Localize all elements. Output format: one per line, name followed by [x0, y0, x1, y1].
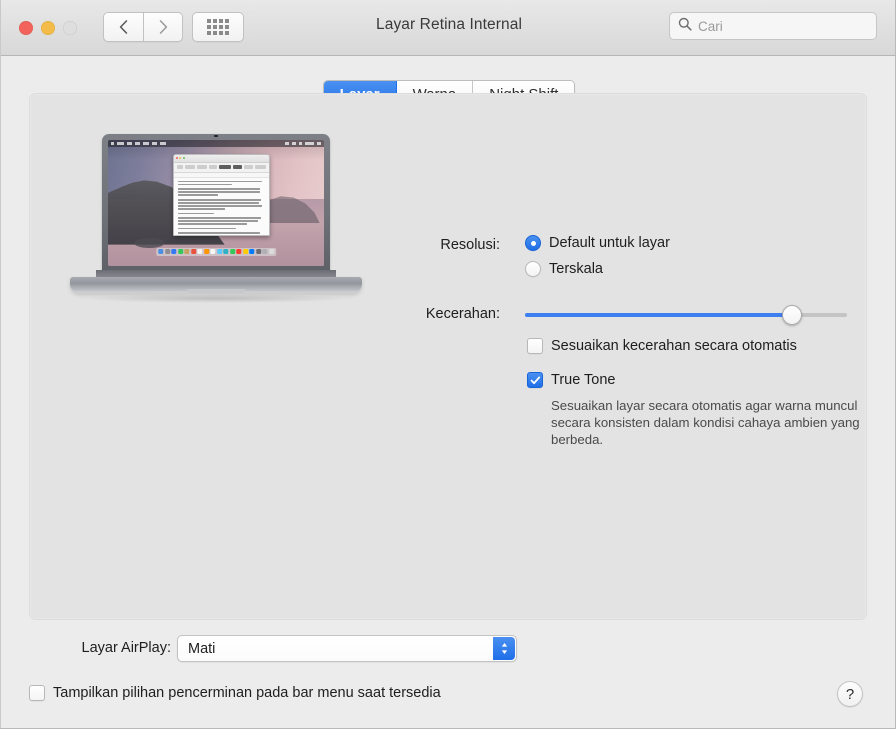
chevron-up-down-icon [493, 637, 515, 660]
system-preferences-window: Layar Retina Internal Layar Warna Night … [0, 0, 896, 729]
mirroring-checkbox-row[interactable]: Tampilkan pilihan pencerminan pada bar m… [29, 684, 441, 701]
resolution-option-scaled[interactable]: Terskala [525, 261, 603, 277]
preview-dock [156, 247, 276, 256]
brightness-slider-fill [525, 313, 787, 317]
resolution-option-scaled-label: Terskala [549, 261, 603, 277]
macbook-screen [108, 140, 324, 266]
resolution-option-default[interactable]: Default untuk layar [525, 235, 670, 251]
brightness-label: Kecerahan: [425, 306, 500, 322]
true-tone-checkbox[interactable] [527, 372, 543, 388]
mirroring-checkbox[interactable] [29, 685, 45, 701]
macbook-shadow [78, 294, 354, 303]
preview-window-toolbar [173, 162, 269, 173]
preview-menu-bar [108, 140, 324, 147]
radio-default-icon[interactable] [525, 235, 541, 251]
display-settings-panel: Resolusi: Default untuk layar Terskala K… [29, 93, 867, 620]
search-input[interactable] [698, 18, 858, 34]
airplay-display-label: Layar AirPlay: [81, 640, 171, 656]
macbook-camera [214, 135, 218, 137]
airplay-display-dropdown[interactable]: Mati [177, 635, 517, 662]
true-tone-description: Sesuaikan layar secara otomatis agar war… [551, 398, 860, 447]
preview-window-titlebar [173, 154, 269, 163]
auto-brightness-label: Sesuaikan kecerahan secara otomatis [551, 338, 797, 354]
auto-brightness-checkbox-row[interactable]: Sesuaikan kecerahan secara otomatis [527, 337, 797, 355]
resolution-label: Resolusi: [440, 237, 500, 253]
checkmark-icon [530, 376, 540, 384]
brightness-slider-knob[interactable] [782, 305, 803, 325]
mirroring-label: Tampilkan pilihan pencerminan pada bar m… [53, 684, 441, 701]
true-tone-checkbox-row[interactable]: True Tone [527, 371, 616, 389]
help-button[interactable]: ? [837, 681, 863, 707]
search-icon [678, 17, 692, 36]
window-titlebar: Layar Retina Internal [1, 0, 895, 56]
true-tone-label: True Tone [551, 372, 616, 388]
macbook-preview-image [70, 134, 362, 314]
auto-brightness-checkbox[interactable] [527, 338, 543, 354]
brightness-slider[interactable] [525, 305, 847, 325]
airplay-display-value: Mati [188, 640, 216, 657]
preview-textedit-window [172, 153, 270, 237]
preview-window-text [174, 178, 269, 236]
resolution-option-default-label: Default untuk layar [549, 235, 670, 251]
radio-scaled-icon[interactable] [525, 261, 541, 277]
macbook-lid [102, 134, 330, 274]
search-field[interactable] [669, 12, 877, 40]
